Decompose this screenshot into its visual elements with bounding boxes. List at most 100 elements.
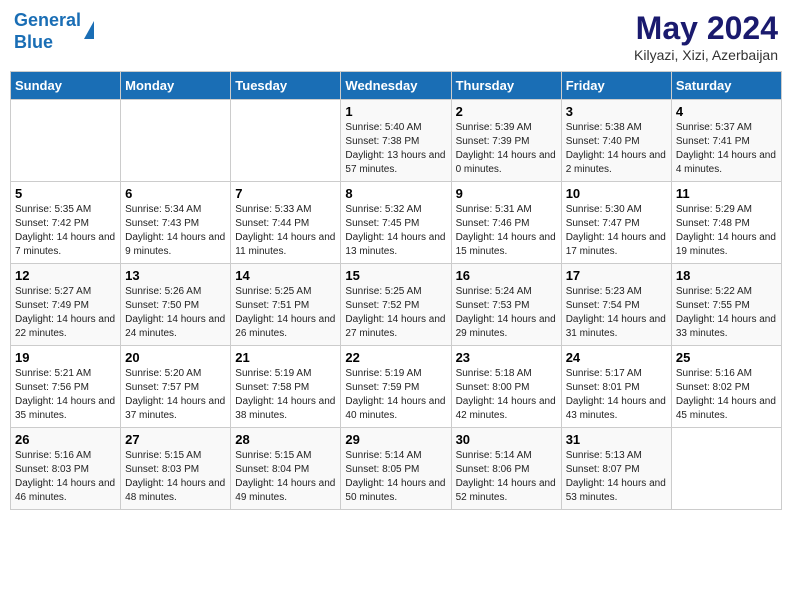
weekday-header: Monday (121, 72, 231, 100)
day-number: 31 (566, 432, 667, 447)
day-info: Sunrise: 5:39 AMSunset: 7:39 PMDaylight:… (456, 121, 557, 177)
day-number: 9 (456, 186, 557, 201)
subtitle: Kilyazi, Xizi, Azerbaijan (634, 47, 778, 63)
day-number: 23 (456, 350, 557, 365)
calendar-cell: 15 Sunrise: 5:25 AMSunset: 7:52 PMDayligh… (341, 264, 451, 346)
calendar-cell: 18 Sunrise: 5:22 AMSunset: 7:55 PMDayligh… (671, 264, 781, 346)
day-number: 11 (676, 186, 777, 201)
day-info: Sunrise: 5:25 AMSunset: 7:51 PMDaylight:… (235, 285, 336, 341)
day-info: Sunrise: 5:20 AMSunset: 7:57 PMDaylight:… (125, 367, 226, 423)
day-number: 28 (235, 432, 336, 447)
weekday-header: Saturday (671, 72, 781, 100)
day-number: 4 (676, 104, 777, 119)
calendar-cell: 22Sunrise: 5:19 AMSunset: 7:59 PMDayligh… (341, 346, 451, 428)
day-info: Sunrise: 5:16 AMSunset: 8:03 PMDaylight:… (15, 449, 116, 505)
day-info: Sunrise: 5:35 AMSunset: 7:42 PMDaylight:… (15, 203, 116, 259)
weekday-header: Tuesday (231, 72, 341, 100)
logo-text: General Blue (14, 10, 81, 53)
day-info: Sunrise: 5:14 AMSunset: 8:05 PMDaylight:… (345, 449, 446, 505)
day-number: 18 (676, 268, 777, 283)
day-number: 16 (456, 268, 557, 283)
weekday-header: Wednesday (341, 72, 451, 100)
day-info: Sunrise: 5:37 AMSunset: 7:41 PMDaylight:… (676, 121, 777, 177)
calendar-cell: 2 Sunrise: 5:39 AMSunset: 7:39 PMDaylight… (451, 100, 561, 182)
calendar-cell: 28 Sunrise: 5:15 AMSunset: 8:04 PMDayligh… (231, 428, 341, 510)
calendar-cell: 26Sunrise: 5:16 AMSunset: 8:03 PMDayligh… (11, 428, 121, 510)
day-info: Sunrise: 5:23 AMSunset: 7:54 PMDaylight:… (566, 285, 667, 341)
day-info: Sunrise: 5:16 AMSunset: 8:02 PMDaylight:… (676, 367, 777, 423)
calendar-cell: 11 Sunrise: 5:29 AMSunset: 7:48 PMDayligh… (671, 182, 781, 264)
day-info: Sunrise: 5:30 AMSunset: 7:47 PMDaylight:… (566, 203, 667, 259)
calendar-cell: 21Sunrise: 5:19 AMSunset: 7:58 PMDayligh… (231, 346, 341, 428)
calendar-cell: 20 Sunrise: 5:20 AMSunset: 7:57 PMDayligh… (121, 346, 231, 428)
day-number: 22 (345, 350, 446, 365)
day-info: Sunrise: 5:18 AMSunset: 8:00 PMDaylight:… (456, 367, 557, 423)
day-info: Sunrise: 5:13 AMSunset: 8:07 PMDaylight:… (566, 449, 667, 505)
calendar-cell: 16 Sunrise: 5:24 AMSunset: 7:53 PMDayligh… (451, 264, 561, 346)
day-number: 30 (456, 432, 557, 447)
calendar-cell: 31 Sunrise: 5:13 AMSunset: 8:07 PMDayligh… (561, 428, 671, 510)
calendar-cell: 19 Sunrise: 5:21 AMSunset: 7:56 PMDayligh… (11, 346, 121, 428)
calendar-cell (671, 428, 781, 510)
day-number: 8 (345, 186, 446, 201)
day-number: 6 (125, 186, 226, 201)
day-info: Sunrise: 5:17 AMSunset: 8:01 PMDaylight:… (566, 367, 667, 423)
calendar-cell: 6Sunrise: 5:34 AMSunset: 7:43 PMDaylight… (121, 182, 231, 264)
calendar-cell: 13Sunrise: 5:26 AMSunset: 7:50 PMDayligh… (121, 264, 231, 346)
day-info: Sunrise: 5:29 AMSunset: 7:48 PMDaylight:… (676, 203, 777, 259)
weekday-header: Thursday (451, 72, 561, 100)
weekday-header-row: SundayMondayTuesdayWednesdayThursdayFrid… (11, 72, 782, 100)
day-info: Sunrise: 5:19 AMSunset: 7:58 PMDaylight:… (235, 367, 336, 423)
day-info: Sunrise: 5:24 AMSunset: 7:53 PMDaylight:… (456, 285, 557, 341)
day-number: 20 (125, 350, 226, 365)
day-info: Sunrise: 5:38 AMSunset: 7:40 PMDaylight:… (566, 121, 667, 177)
calendar-week-row: 1Sunrise: 5:40 AMSunset: 7:38 PMDaylight… (11, 100, 782, 182)
day-number: 29 (345, 432, 446, 447)
calendar-cell: 14 Sunrise: 5:25 AMSunset: 7:51 PMDayligh… (231, 264, 341, 346)
calendar-cell: 10 Sunrise: 5:30 AMSunset: 7:47 PMDayligh… (561, 182, 671, 264)
day-number: 5 (15, 186, 116, 201)
logo-triangle-icon (84, 21, 94, 39)
logo-blue: Blue (14, 32, 53, 52)
calendar-week-row: 19 Sunrise: 5:21 AMSunset: 7:56 PMDayligh… (11, 346, 782, 428)
calendar-cell: 1Sunrise: 5:40 AMSunset: 7:38 PMDaylight… (341, 100, 451, 182)
day-info: Sunrise: 5:27 AMSunset: 7:49 PMDaylight:… (15, 285, 116, 341)
calendar-cell: 9Sunrise: 5:31 AMSunset: 7:46 PMDaylight… (451, 182, 561, 264)
logo: General Blue (14, 10, 94, 53)
calendar-cell: 30 Sunrise: 5:14 AMSunset: 8:06 PMDayligh… (451, 428, 561, 510)
main-title: May 2024 (634, 10, 778, 47)
day-info: Sunrise: 5:25 AMSunset: 7:52 PMDaylight:… (345, 285, 446, 341)
calendar-cell: 17 Sunrise: 5:23 AMSunset: 7:54 PMDayligh… (561, 264, 671, 346)
day-number: 15 (345, 268, 446, 283)
calendar-cell: 3 Sunrise: 5:38 AMSunset: 7:40 PMDaylight… (561, 100, 671, 182)
day-info: Sunrise: 5:15 AMSunset: 8:04 PMDaylight:… (235, 449, 336, 505)
day-number: 3 (566, 104, 667, 119)
day-number: 7 (235, 186, 336, 201)
weekday-header: Friday (561, 72, 671, 100)
day-number: 27 (125, 432, 226, 447)
day-info: Sunrise: 5:26 AMSunset: 7:50 PMDaylight:… (125, 285, 226, 341)
day-info: Sunrise: 5:14 AMSunset: 8:06 PMDaylight:… (456, 449, 557, 505)
day-number: 25 (676, 350, 777, 365)
day-info: Sunrise: 5:21 AMSunset: 7:56 PMDaylight:… (15, 367, 116, 423)
day-number: 2 (456, 104, 557, 119)
day-number: 24 (566, 350, 667, 365)
calendar-cell: 27Sunrise: 5:15 AMSunset: 8:03 PMDayligh… (121, 428, 231, 510)
day-info: Sunrise: 5:40 AMSunset: 7:38 PMDaylight:… (345, 121, 446, 177)
day-number: 17 (566, 268, 667, 283)
title-block: May 2024 Kilyazi, Xizi, Azerbaijan (634, 10, 778, 63)
calendar-week-row: 12 Sunrise: 5:27 AMSunset: 7:49 PMDayligh… (11, 264, 782, 346)
calendar-cell: 12 Sunrise: 5:27 AMSunset: 7:49 PMDayligh… (11, 264, 121, 346)
day-number: 14 (235, 268, 336, 283)
day-info: Sunrise: 5:22 AMSunset: 7:55 PMDaylight:… (676, 285, 777, 341)
page-header: General Blue May 2024 Kilyazi, Xizi, Aze… (10, 10, 782, 63)
day-number: 19 (15, 350, 116, 365)
calendar-cell: 7Sunrise: 5:33 AMSunset: 7:44 PMDaylight… (231, 182, 341, 264)
day-number: 10 (566, 186, 667, 201)
day-info: Sunrise: 5:32 AMSunset: 7:45 PMDaylight:… (345, 203, 446, 259)
day-number: 12 (15, 268, 116, 283)
calendar-cell: 23 Sunrise: 5:18 AMSunset: 8:00 PMDayligh… (451, 346, 561, 428)
calendar-cell (11, 100, 121, 182)
calendar-week-row: 5 Sunrise: 5:35 AMSunset: 7:42 PMDaylight… (11, 182, 782, 264)
calendar-week-row: 26Sunrise: 5:16 AMSunset: 8:03 PMDayligh… (11, 428, 782, 510)
